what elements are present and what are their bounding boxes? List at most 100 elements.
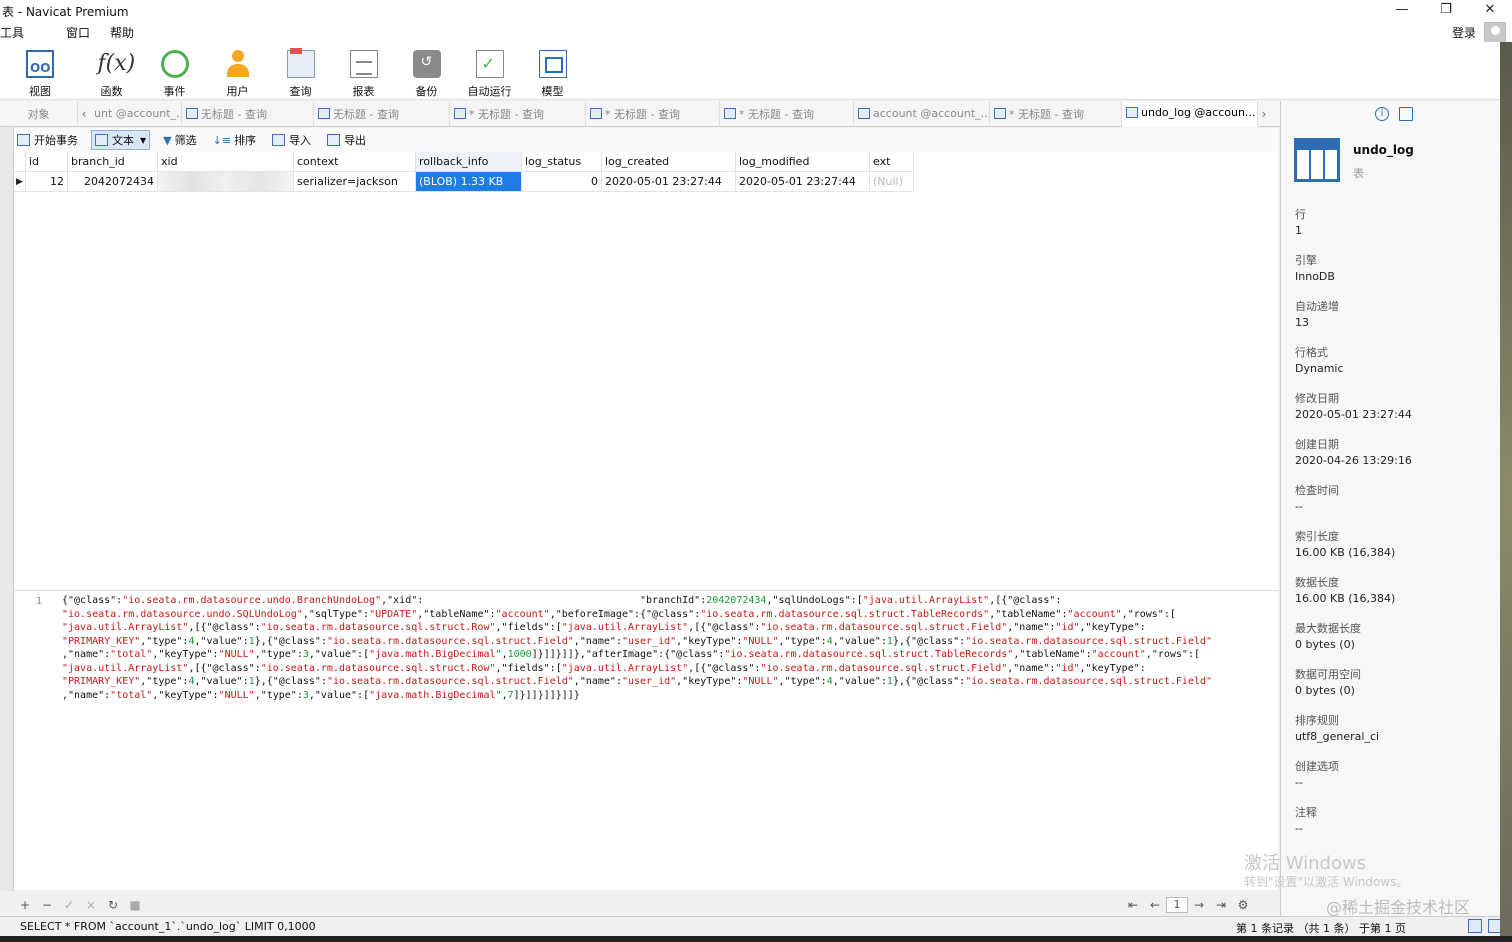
tab-scroll-right-icon[interactable]: › [1258,107,1270,121]
chevron-down-icon[interactable]: ▼ [140,136,146,145]
tab-item[interactable]: 无标题 - 查询 [314,100,450,127]
tab-item[interactable]: 无标题 - 查询 [182,100,314,127]
import-button[interactable]: 导入 [269,130,314,150]
code-token: "user_id" [621,676,677,687]
cell-id[interactable]: 12 [26,172,68,192]
code-token: "io.seata.rm.datasource.sql.struct.Field… [326,676,574,687]
current-row-marker-icon: ▶ [14,172,26,192]
column-header[interactable]: branch_id [68,152,158,172]
export-button[interactable]: 导出 [324,130,369,150]
column-header[interactable]: log_status [522,152,602,172]
cell-context[interactable]: serializer=jackson [294,172,416,192]
data-grid: id branch_id xid context rollback_info l… [14,152,1278,590]
toolbar-model-button[interactable]: 模型 [521,42,584,100]
code-token: ,"xid": "branchId": [381,595,707,606]
transaction-icon [17,134,30,146]
next-page-button[interactable]: → [1188,898,1210,912]
code-token: ,"keyType": [152,649,219,660]
delete-record-button[interactable]: − [36,898,58,912]
column-header[interactable]: context [294,152,416,172]
restore-button[interactable]: ❐ [1424,0,1468,22]
tab-item[interactable]: account @account_... [854,100,990,127]
toolbar-auto-run-button[interactable]: 自动运行 [458,42,521,100]
column-header[interactable]: xid [158,152,294,172]
refresh-button[interactable]: ↻ [102,898,124,912]
code-token: ,"name": [62,689,111,701]
cell-log-modified[interactable]: 2020-05-01 23:27:44 [736,172,870,192]
toolbar-function-button[interactable]: f(x) 函数 [80,42,143,100]
avatar-icon[interactable] [1484,22,1506,44]
menu-help[interactable]: 帮助 [110,24,134,41]
code-token: 1000 [507,649,532,660]
tab-item[interactable]: * 无标题 - 查询 [720,100,854,127]
tab-item[interactable]: * 无标题 - 查询 [450,100,586,127]
prev-page-button[interactable]: ← [1144,898,1166,912]
user-icon [224,50,252,78]
begin-transaction-button[interactable]: 开始事务 [14,130,81,150]
cell-branch-id[interactable]: 2042072434 [68,172,158,192]
column-header[interactable]: rollback_info [416,152,522,172]
filter-button[interactable]: ▼ 筛选 [160,130,199,150]
code-token: ,"rows":[ [1121,608,1176,620]
taskbar-edge [0,936,1512,942]
column-header[interactable]: log_modified [736,152,870,172]
page-number-input[interactable]: 1 [1166,897,1188,913]
property-key: 引擎 [1295,254,1317,267]
property-key: 数据可用空间 [1295,668,1361,681]
login-link[interactable]: 登录 [1452,24,1476,41]
code-content[interactable]: {"@class":"io.seata.rm.datasource.undo.B… [62,594,1274,702]
add-record-button[interactable]: + [14,898,36,912]
tab-item[interactable]: unt @account_... [90,100,182,127]
stop-button[interactable]: ■ [124,898,146,912]
tab-item[interactable]: * 无标题 - 查询 [990,100,1122,127]
import-icon [272,134,286,146]
apply-changes-button[interactable]: ✓ [58,898,80,912]
close-button[interactable]: ✕ [1468,0,1512,22]
property-value: 0 bytes (0) [1295,684,1355,697]
toolbar-user-button[interactable]: 用户 [206,42,269,100]
cell-log-status[interactable]: 0 [522,172,602,192]
toolbar-event-button[interactable]: 事件 [143,42,206,100]
discard-changes-button[interactable]: × [80,898,102,912]
menu-window[interactable]: 窗口 [66,24,90,41]
export-label: 导出 [344,134,367,147]
code-token: "java.math.BigDecimal" [369,649,502,660]
query-tab-icon [318,108,330,119]
toolbar-view-button[interactable]: 视图 [0,42,80,100]
table-row[interactable]: ▶ 12 2042072434 serializer=jackson (BLOB… [14,172,1278,192]
code-token: ,"value": [832,635,887,647]
cell-rollback-info[interactable]: (BLOB) 1.33 KB [416,172,522,192]
tab-objects[interactable]: 对象 [0,100,78,127]
column-header[interactable]: ext [870,152,914,172]
minimize-button[interactable]: — [1380,0,1424,22]
toolbar-label: 模型 [541,85,564,98]
report-icon [349,50,378,78]
blob-text-viewer[interactable]: 1 {"@class":"io.seata.rm.datasource.undo… [14,590,1278,890]
cell-xid[interactable] [158,172,294,192]
tab-scroll-left-icon[interactable]: ‹ [78,107,90,121]
grid-view-icon[interactable] [1468,919,1482,933]
sort-button[interactable]: ↓≡ 排序 [210,130,259,150]
code-token: ,"type": [140,635,189,647]
ddl-icon[interactable] [1399,107,1413,121]
code-token: "io.seata.rm.datasource.sql.struct.Table… [724,649,1014,660]
code-token: ,"value":[ [308,649,370,660]
code-token: "java.math.BigDecimal" [369,689,502,701]
toolbar-backup-button[interactable]: 备份 [395,42,458,100]
tab-item[interactable]: * 无标题 - 查询 [586,100,720,127]
property-key: 行 [1295,208,1306,221]
status-bar: SELECT * FROM `account_1`.`undo_log` LIM… [0,916,1512,936]
tab-undo-log[interactable]: undo_log @accoun... [1122,100,1258,127]
last-page-button[interactable]: ⇥ [1210,898,1232,912]
column-header[interactable]: log_created [602,152,736,172]
first-page-button[interactable]: ⇤ [1122,898,1144,912]
toolbar-query-button[interactable]: 查询 [269,42,332,100]
page-settings-button[interactable]: ⚙ [1232,898,1254,912]
cell-log-created[interactable]: 2020-05-01 23:27:44 [602,172,736,192]
text-view-button[interactable]: 文本 ▼ [91,130,151,150]
info-icon[interactable]: i [1375,107,1389,121]
cell-ext[interactable]: (Null) [870,172,914,192]
column-header[interactable]: id [26,152,68,172]
menu-tools[interactable]: 工具 [0,24,24,41]
toolbar-report-button[interactable]: 报表 [332,42,395,100]
